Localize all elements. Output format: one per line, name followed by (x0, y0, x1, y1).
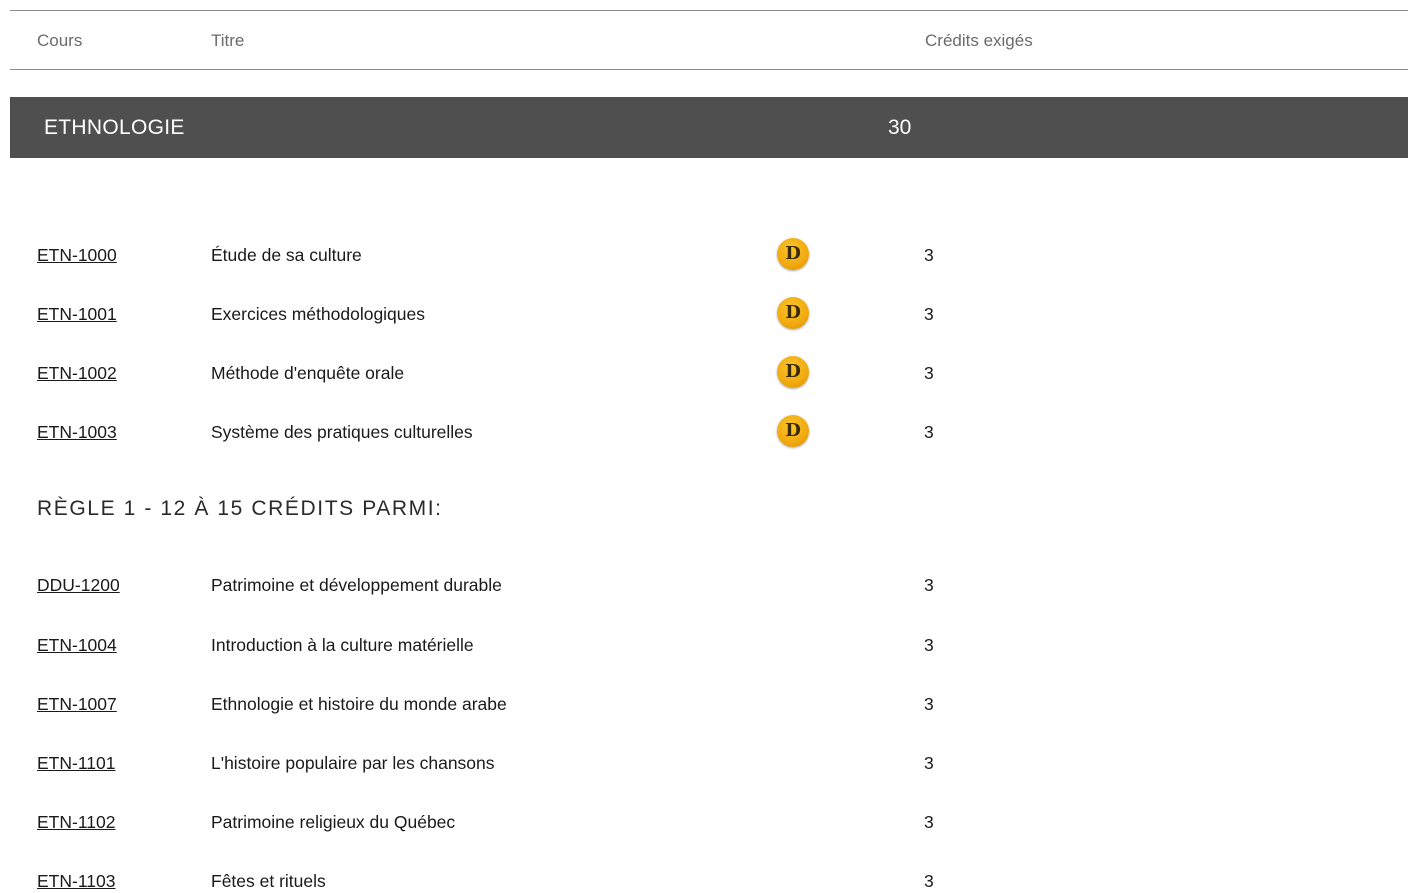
table-row: DDU-1200 Patrimoine et développement dur… (0, 573, 1408, 597)
table-row: ETN-1102 Patrimoine religieux du Québec … (0, 810, 1408, 834)
table-row: ETN-1101 L'histoire populaire par les ch… (0, 751, 1408, 775)
table-row: ETN-1003 Système des pratiques culturell… (0, 415, 1408, 447)
course-credits: 3 (924, 245, 934, 265)
course-code-link[interactable]: ETN-1001 (37, 302, 117, 326)
badge-label: D (785, 361, 801, 382)
course-title: Ethnologie et histoire du monde arabe (211, 694, 507, 714)
d-badge-icon: D (777, 238, 809, 270)
badge-label: D (785, 243, 801, 264)
badge-label: D (785, 420, 801, 441)
table-header: Cours Titre Crédits exigés (10, 10, 1408, 70)
course-credits: 3 (924, 694, 934, 714)
rule-title: RÈGLE 1 - 12 À 15 CRÉDITS PARMI: (37, 497, 443, 520)
d-badge-icon: D (777, 356, 809, 388)
course-title: Exercices méthodologiques (211, 304, 426, 324)
course-title: Fêtes et rituels (211, 871, 326, 891)
table-row: ETN-1007 Ethnologie et histoire du monde… (0, 692, 1408, 716)
course-credits: 3 (924, 812, 934, 832)
column-header-credits: Crédits exigés (925, 31, 1033, 50)
course-title: Patrimoine religieux du Québec (211, 812, 456, 832)
course-code-link[interactable]: ETN-1102 (37, 810, 115, 834)
badge-label: D (785, 302, 801, 323)
course-credits: 3 (924, 304, 934, 324)
section-name: ETHNOLOGIE (44, 116, 185, 139)
section-credits: 30 (888, 116, 912, 139)
course-credits: 3 (924, 635, 934, 655)
course-title: Patrimoine et développement durable (211, 575, 502, 595)
course-credits: 3 (924, 575, 934, 595)
section-header: ETHNOLOGIE 30 (10, 97, 1408, 158)
course-code-link[interactable]: ETN-1000 (37, 243, 117, 267)
d-badge-icon: D (777, 415, 809, 447)
column-header-titre: Titre (211, 31, 245, 50)
table-row: ETN-1002 Méthode d'enquête orale D 3 (0, 356, 1408, 388)
course-code-link[interactable]: DDU-1200 (37, 573, 120, 597)
course-code-link[interactable]: ETN-1003 (37, 420, 117, 444)
course-credits: 3 (924, 422, 934, 442)
course-credits: 3 (924, 363, 934, 383)
table-row: ETN-1103 Fêtes et rituels 3 (0, 869, 1408, 893)
course-title: Introduction à la culture matérielle (211, 635, 474, 655)
table-row: ETN-1001 Exercices méthodologiques D 3 (0, 297, 1408, 329)
table-row: ETN-1004 Introduction à la culture matér… (0, 633, 1408, 657)
column-header-cours: Cours (37, 31, 83, 50)
table-row: ETN-1000 Étude de sa culture D 3 (0, 238, 1408, 270)
course-code-link[interactable]: ETN-1103 (37, 869, 115, 893)
course-code-link[interactable]: ETN-1002 (37, 361, 117, 385)
course-credits: 3 (924, 753, 934, 773)
course-title: Méthode d'enquête orale (211, 363, 405, 383)
course-code-link[interactable]: ETN-1004 (37, 633, 117, 657)
course-title: Système des pratiques culturelles (211, 422, 473, 442)
course-code-link[interactable]: ETN-1007 (37, 692, 117, 716)
d-badge-icon: D (777, 297, 809, 329)
course-credits: 3 (924, 871, 934, 891)
course-title: Étude de sa culture (211, 245, 362, 265)
course-title: L'histoire populaire par les chansons (211, 753, 495, 773)
course-code-link[interactable]: ETN-1101 (37, 751, 115, 775)
